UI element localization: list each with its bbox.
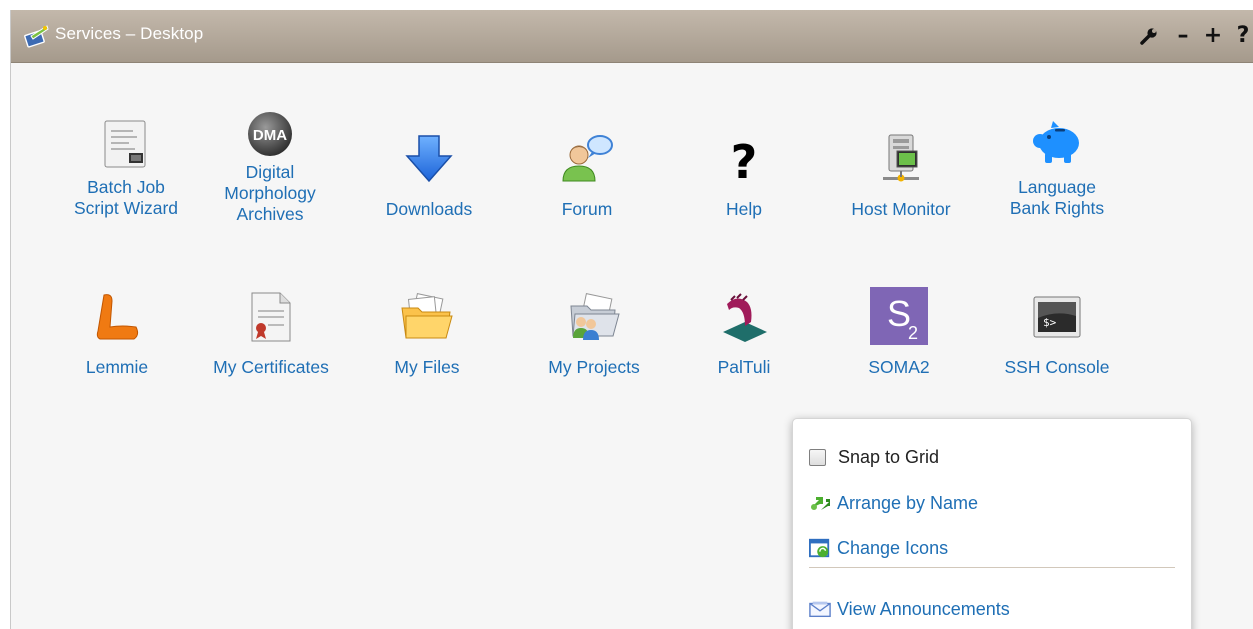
forum-user-icon — [560, 132, 614, 186]
paltuli-icon — [717, 290, 771, 344]
window-title: Services – Desktop — [55, 24, 204, 43]
svg-text:?: ? — [731, 135, 758, 184]
desktop-icon-label-line: My Projects — [548, 357, 640, 377]
desktop-icon-label-line: PalTuli — [717, 357, 771, 377]
desktop-icon-label-line: SSH Console — [1004, 357, 1110, 377]
desktop-icon-label-line: Lemmie — [85, 357, 149, 377]
desktop-icon-label-line: Host Monitor — [851, 199, 951, 219]
desktop-icon-label-line: Language — [1018, 177, 1096, 197]
arrange-arrows-icon — [809, 492, 831, 514]
snap-to-grid-checkbox[interactable] — [809, 448, 826, 466]
desktop-icon-label-line: Bank Rights — [1009, 198, 1105, 218]
host-monitor-icon — [874, 132, 928, 186]
settings-wrench-icon[interactable] — [1138, 22, 1160, 50]
snap-to-grid-option[interactable]: Snap to Grid — [809, 444, 939, 470]
desktop-icon-label-line: Archives — [236, 204, 304, 224]
change-icons-label: Change Icons — [837, 537, 949, 558]
dma-badge-text: DMA — [253, 127, 287, 144]
change-icons-icon — [809, 537, 831, 559]
ssh-console-icon: $> — [1030, 290, 1084, 344]
soma2-icon: S 2 — [870, 287, 928, 345]
script-document-icon — [99, 117, 153, 171]
desktop-icon-label-line: Morphology — [224, 183, 316, 203]
download-arrow-icon — [402, 132, 456, 186]
minimize-button[interactable]: – — [1172, 22, 1194, 50]
services-app-icon — [23, 24, 49, 48]
services-desktop-window: Services – Desktop – + ? Batch Job Scrip… — [10, 10, 1253, 629]
desktop-icon-label-line: Downloads — [385, 199, 473, 219]
desktop-icon-label-line: Digital — [245, 162, 295, 182]
window-titlebar[interactable]: Services – Desktop – + ? — [11, 10, 1253, 63]
desktop-icon-label-line: Help — [726, 199, 762, 219]
desktop-icon-label-line: Forum — [561, 199, 613, 219]
dma-badge-icon: DMA — [243, 107, 297, 161]
view-announcements-label: View Announcements — [837, 598, 1010, 619]
arrange-by-name-option[interactable]: Arrange by Name — [809, 490, 978, 516]
desktop-icon-label-line: SOMA2 — [868, 357, 930, 377]
maximize-button[interactable]: + — [1202, 22, 1224, 50]
desktop-icon-label-line: Script Wizard — [73, 198, 179, 218]
desktop-icon-label-line: My Certificates — [213, 357, 329, 377]
desktop-context-menu: Snap to Grid Arrange by Name Change Icon… — [792, 418, 1192, 629]
svg-text:2: 2 — [908, 323, 918, 343]
change-icons-option[interactable]: Change Icons — [809, 535, 948, 561]
menu-separator — [809, 567, 1175, 568]
folder-files-icon — [400, 290, 454, 344]
desktop-icon-label-line: Batch Job — [87, 177, 165, 197]
desktop-icon-label-line: My Files — [394, 357, 460, 377]
help-button[interactable]: ? — [1232, 22, 1253, 50]
view-announcements-option[interactable]: View Announcements — [809, 596, 1010, 622]
snap-to-grid-label: Snap to Grid — [838, 446, 940, 467]
certificate-icon — [244, 290, 298, 344]
lemmie-l-icon — [90, 290, 144, 344]
svg-text:$>: $> — [1043, 316, 1057, 329]
projects-folder-icon — [567, 290, 621, 344]
piggy-bank-icon — [1030, 115, 1084, 169]
announcements-icon — [809, 598, 831, 620]
arrange-by-name-label: Arrange by Name — [837, 492, 979, 513]
question-mark-icon: ? — [717, 132, 771, 186]
